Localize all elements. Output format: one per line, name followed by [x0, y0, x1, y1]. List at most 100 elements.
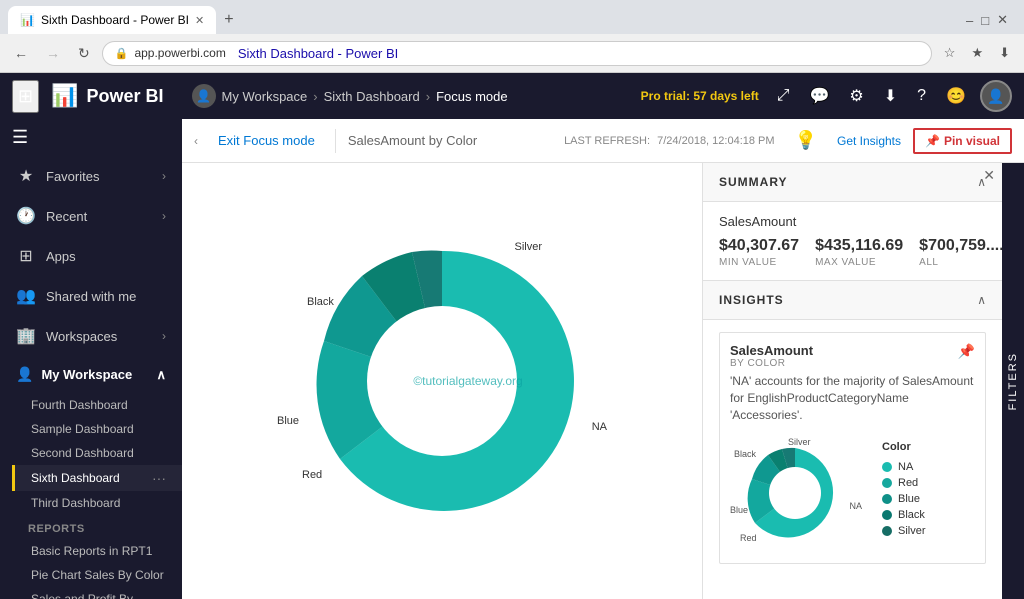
dashboard-item-third[interactable]: Third Dashboard: [12, 491, 182, 515]
insight-pin-button[interactable]: 📌: [958, 343, 975, 360]
minimize-button[interactable]: –: [966, 13, 973, 28]
active-tab[interactable]: 📊 Sixth Dashboard - Power BI ✕: [8, 6, 216, 34]
get-insights-button[interactable]: Get Insights: [837, 134, 901, 148]
content-area: ‹ Exit Focus mode SalesAmount by Color L…: [182, 119, 1024, 599]
avatar[interactable]: 👤: [980, 80, 1012, 112]
legend-label-na: NA: [898, 461, 913, 473]
recent-icon: 🕐: [16, 206, 36, 226]
favorites-icon: ★: [16, 166, 36, 186]
refresh-button[interactable]: ↻: [72, 41, 96, 66]
tab-favicon: 📊: [20, 13, 35, 27]
browser-chrome: 📊 Sixth Dashboard - Power BI ✕ + – □ ✕ ←…: [0, 0, 1024, 73]
secure-icon: 🔒: [115, 47, 129, 60]
dashboard-item-sample[interactable]: Sample Dashboard: [12, 417, 182, 441]
apps-icon: ⊞: [16, 246, 36, 266]
powerbi-logo: 📊 Power BI: [51, 83, 163, 109]
url-prefix: app.powerbi.com: [134, 46, 225, 60]
breadcrumb-dashboard[interactable]: Sixth Dashboard: [324, 89, 420, 104]
summary-content: SalesAmount $40,307.67 MIN VALUE $435,11…: [703, 202, 1002, 280]
sidebar-item-favorites[interactable]: ★ Favorites ›: [0, 156, 182, 196]
my-workspace-label: My Workspace: [41, 367, 132, 382]
comment-button[interactable]: 💬: [804, 80, 836, 112]
report-sales-profit[interactable]: Sales and Profit By Region: [12, 587, 182, 599]
shared-label: Shared with me: [46, 289, 136, 304]
summary-max-value: $435,116.69: [815, 237, 903, 255]
breadcrumb-sep1: ›: [313, 89, 317, 104]
chart-panel: Silver Black Blue Red NA ©tutorialgatewa…: [182, 163, 1024, 599]
reports-section-label: REPORTS: [12, 515, 182, 539]
powerbi-logo-icon: 📊: [51, 83, 78, 109]
url-page: Sixth Dashboard - Power BI: [238, 46, 398, 61]
download-header-button[interactable]: ⬇: [878, 80, 903, 112]
dashboard-item-second[interactable]: Second Dashboard: [12, 441, 182, 465]
chart-legend: Color NA Red: [882, 433, 926, 553]
watermark: ©tutorialgateway.org: [413, 374, 522, 388]
legend-item-silver: Silver: [882, 525, 926, 537]
sixth-dashboard-dots[interactable]: ···: [152, 470, 166, 486]
legend-item-black: Black: [882, 509, 926, 521]
hamburger-button[interactable]: ☰: [0, 119, 182, 156]
star-button[interactable]: ★: [965, 41, 989, 65]
download-button[interactable]: ⬇: [993, 41, 1016, 65]
filters-label: FILTERS: [1007, 344, 1019, 418]
mini-label-black: Black: [734, 449, 756, 459]
sidebar-item-recent[interactable]: 🕐 Recent ›: [0, 196, 182, 236]
insights-collapse-chevron[interactable]: ∧: [977, 293, 986, 307]
chart-title-subtitle: by Color: [429, 133, 477, 148]
report-pie-chart[interactable]: Pie Chart Sales By Color: [12, 563, 182, 587]
label-blue: Blue: [277, 415, 299, 427]
recent-label: Recent: [46, 209, 87, 224]
back-button[interactable]: ←: [8, 41, 34, 65]
insights-section-header: INSIGHTS ∧: [703, 281, 1002, 320]
toolbar-divider: [335, 129, 336, 153]
tab-title: Sixth Dashboard - Power BI: [41, 13, 189, 27]
label-silver: Silver: [514, 241, 542, 253]
my-workspace-header[interactable]: 👤 My Workspace ∧: [0, 356, 182, 393]
legend-item-blue: Blue: [882, 493, 926, 505]
report-basic[interactable]: Basic Reports in RPT1: [12, 539, 182, 563]
breadcrumb-user-icon: 👤: [192, 84, 216, 108]
summary-section-header: SUMMARY ∧: [703, 163, 1002, 202]
insight-field-name: SalesAmount: [730, 343, 813, 358]
sidebar-item-workspaces[interactable]: 🏢 Workspaces ›: [0, 316, 182, 356]
focus-toolbar: ‹ Exit Focus mode SalesAmount by Color L…: [182, 119, 1024, 163]
label-black: Black: [307, 296, 334, 308]
legend-dot-black: [882, 510, 892, 520]
filters-panel[interactable]: FILTERS: [1002, 163, 1024, 599]
last-refresh-label: LAST REFRESH: 7/24/2018, 12:04:18 PM: [564, 135, 775, 147]
exit-focus-button[interactable]: Exit Focus mode: [210, 129, 323, 152]
emoji-button[interactable]: 😊: [940, 80, 972, 112]
label-red: Red: [302, 469, 322, 481]
help-button[interactable]: ?: [911, 81, 932, 111]
expand-button[interactable]: ⤢: [771, 81, 796, 111]
app-container: ⊞ 📊 Power BI 👤 My Workspace › Sixth Dash…: [0, 73, 1024, 599]
dashboard-item-fourth[interactable]: Fourth Dashboard: [12, 393, 182, 417]
summary-all-value: $700,759....: [919, 237, 1002, 255]
main-content: ☰ ★ Favorites › 🕐 Recent › ⊞ Apps: [0, 119, 1024, 599]
sidebar-item-shared[interactable]: 👥 Shared with me: [0, 276, 182, 316]
close-button[interactable]: ✕: [997, 12, 1008, 28]
back-arrow-icon: ‹: [194, 134, 198, 148]
bookmark-button[interactable]: ☆: [938, 41, 962, 65]
new-tab-button[interactable]: +: [216, 7, 241, 33]
favorites-chevron: ›: [162, 169, 166, 183]
legend-item-red: Red: [882, 477, 926, 489]
panel-close-button[interactable]: ✕: [975, 163, 1002, 188]
dashboard-item-sixth[interactable]: Sixth Dashboard ···: [12, 465, 182, 491]
mini-label-na: NA: [849, 501, 862, 511]
favorites-label: Favorites: [46, 169, 99, 184]
pin-visual-button[interactable]: 📌 Pin visual: [913, 128, 1012, 154]
tab-close-button[interactable]: ✕: [195, 14, 204, 27]
mini-label-red: Red: [740, 533, 757, 543]
insight-description: 'NA' accounts for the majority of SalesA…: [730, 373, 975, 423]
legend-title: Color: [882, 441, 926, 453]
legend-label-blue: Blue: [898, 493, 920, 505]
forward-button[interactable]: →: [40, 41, 66, 65]
url-bar[interactable]: 🔒 app.powerbi.com Sixth Dashboard - Powe…: [102, 41, 932, 66]
breadcrumb-workspace[interactable]: My Workspace: [222, 89, 308, 104]
waffle-menu-button[interactable]: ⊞: [12, 80, 39, 113]
sidebar-item-apps[interactable]: ⊞ Apps: [0, 236, 182, 276]
settings-button[interactable]: ⚙: [843, 80, 869, 112]
restore-button[interactable]: □: [981, 13, 989, 28]
label-na: NA: [592, 421, 607, 433]
